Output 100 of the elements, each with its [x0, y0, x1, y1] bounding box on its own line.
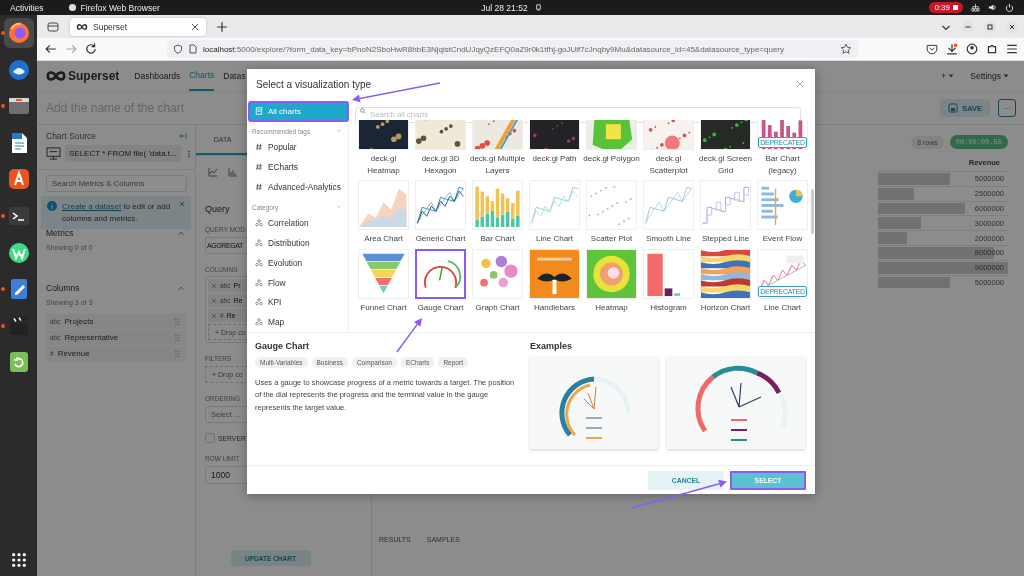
info-icon [47, 201, 57, 211]
search-icon [360, 108, 367, 114]
section-title: Query [205, 204, 230, 214]
annotation-arrow [396, 318, 422, 353]
app-name[interactable]: Firefox Web Browser [80, 2, 160, 13]
line-chart-icon[interactable] [208, 167, 218, 177]
chart-name[interactable]: Handlebars [526, 301, 584, 313]
chart-name[interactable]: Bar Chart [469, 233, 527, 245]
minimize-icon[interactable] [962, 20, 974, 33]
chart-name[interactable]: Horizon Chart [697, 301, 755, 313]
tab-list-icon[interactable] [46, 19, 60, 34]
extensions-icon[interactable] [986, 43, 998, 55]
settings-menu[interactable]: Settings [970, 71, 1001, 81]
hash-icon [255, 143, 263, 152]
chart-name[interactable]: deck.gl Scatterplot [640, 153, 698, 176]
chevron-up-icon[interactable] [177, 284, 185, 292]
menu-icon[interactable] [1006, 43, 1018, 55]
recording-indicator[interactable]: 0:39 [929, 2, 963, 13]
sidebar-item[interactable]: Flow [249, 272, 349, 293]
chart-name[interactable]: Stepped Line [697, 233, 755, 245]
address-bar[interactable]: localhost:5000/explore/?form_data_key=bPnoN2SboHwR8hbE3NjqistCndUJqyQzEFQ0aZ9r0k1tfhj-goJUif7cJnqby9Mu&datasource_id=45&datasource_type=query [167, 40, 858, 58]
url-text: localhost:5000/explore/?form_data_key=bPnoN2SboHwR8hbE3NjqistCndUJqyQzEFQ0aZ9r0k1tfhj-goJUif7cJnqby9Mu&datasource_id=45&datasource_type=query [203, 44, 784, 54]
new-menu[interactable]: + [941, 71, 947, 81]
hash-icon [255, 162, 263, 171]
sidebar-item[interactable]: Correlation [249, 213, 349, 234]
save-icon [948, 103, 959, 113]
brand-name[interactable]: Superset [68, 69, 120, 83]
sidebar-item[interactable]: Popular [249, 137, 349, 157]
drag-handle-icon[interactable] [173, 333, 181, 342]
stop-icon [953, 5, 958, 10]
dialog-title: Select a visualization type [256, 78, 372, 90]
column-name: Revenue [57, 349, 90, 358]
close-icon[interactable] [190, 21, 200, 32]
power-icon[interactable] [1005, 3, 1014, 12]
back-icon[interactable] [45, 43, 57, 55]
checkbox[interactable] [205, 433, 215, 443]
caret-icon [947, 72, 956, 80]
chart-name[interactable]: Line Chart [754, 301, 812, 313]
nodes-icon [255, 238, 263, 247]
chart-title: Gauge Chart [255, 341, 310, 351]
chart-name[interactable]: deck.gl 3D Hexagon [412, 153, 470, 176]
maximize-icon[interactable] [984, 20, 996, 33]
collapse-icon[interactable] [179, 132, 187, 140]
volume-icon[interactable] [988, 3, 997, 12]
sidebar-item[interactable]: ECharts [249, 157, 349, 177]
chart-name[interactable]: Funnel Chart [355, 301, 413, 313]
bookmark-star-icon[interactable] [840, 43, 852, 55]
clock[interactable]: Jul 28 21:52 [481, 2, 528, 13]
chart-name[interactable]: Area Chart [355, 233, 413, 245]
chart-name[interactable]: Smooth Line [640, 233, 698, 245]
column-name: Projects [64, 317, 94, 326]
activities-button[interactable]: Activities [10, 2, 44, 13]
nodes-icon [255, 278, 263, 287]
nodes-icon [255, 298, 263, 307]
close-icon[interactable] [1006, 20, 1018, 33]
chart-name[interactable]: Generic Chart [412, 233, 470, 245]
drag-handle-icon[interactable] [173, 349, 181, 358]
chart-name[interactable]: deck.gl Screen Grid [697, 153, 755, 176]
column-name: Representative [64, 333, 119, 342]
nodes-icon [255, 318, 263, 327]
account-icon[interactable] [966, 43, 978, 55]
sidebar-item[interactable]: Advanced-Analytics [249, 176, 349, 197]
chart-thumbnail[interactable] [415, 248, 467, 299]
monitor-icon [46, 147, 61, 160]
chart-name[interactable]: Gauge Chart [412, 301, 470, 313]
sidebar-item[interactable]: Map [249, 312, 349, 332]
chart-name[interactable]: deck.gl Multiple Layers [469, 153, 527, 176]
browser-tab[interactable]: Superset [70, 17, 206, 36]
chart-name[interactable]: Event Flow [754, 233, 812, 245]
chevron-up-icon[interactable] [177, 229, 185, 237]
data-source-field[interactable]: SELECT * FROM file( 'data.t... [65, 145, 181, 162]
caret-icon [1002, 72, 1010, 80]
chart-name[interactable]: Scatter Plot [583, 233, 641, 245]
shield-icon [173, 44, 183, 54]
chart-name[interactable]: Histogram [640, 301, 698, 313]
infinity-logo-icon[interactable] [45, 70, 67, 82]
page-icon [188, 44, 198, 54]
nodes-icon [255, 219, 263, 228]
chart-name[interactable]: deck.gl Path [526, 153, 584, 165]
network-icon[interactable] [971, 3, 980, 12]
chart-name[interactable]: Heatmap [583, 301, 641, 313]
sidebar-item[interactable]: Evolution [249, 252, 349, 273]
chart-name[interactable]: Bar Chart (legacy) [754, 153, 812, 176]
nav-link[interactable]: Dashboards [134, 61, 181, 91]
nav-link[interactable]: Datas [223, 61, 246, 91]
chart-name[interactable]: Line Chart [526, 233, 584, 245]
new-tab-icon[interactable] [216, 20, 228, 33]
chart-name[interactable]: Graph Chart [469, 301, 527, 313]
chart-name[interactable]: deck.gl Polygon [583, 153, 641, 165]
app-grid-icon[interactable] [10, 552, 27, 568]
drag-handle-icon[interactable] [173, 317, 181, 326]
sidebar-item[interactable]: KPI [249, 292, 349, 313]
download-icon[interactable] [946, 43, 958, 55]
reload-icon[interactable] [85, 43, 97, 55]
examples-heading: Examples [530, 341, 574, 351]
sidebar-item[interactable]: Distribution [249, 233, 349, 253]
panel-heading: Chart Source [46, 131, 97, 141]
pocket-icon[interactable] [926, 43, 938, 55]
chart-name[interactable]: deck.gl Heatmap [355, 153, 413, 176]
section-title: Metrics [46, 228, 74, 238]
